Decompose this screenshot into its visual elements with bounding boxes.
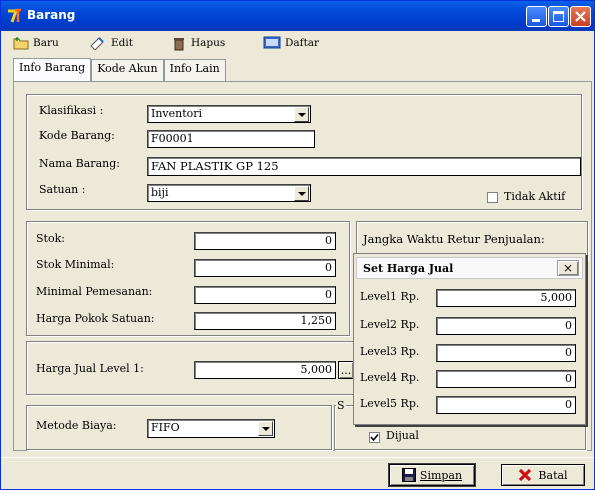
set-harga-jual-popup: Set Harga Jual × Level1 Rp. 5,000 Level2… (353, 253, 586, 425)
level5-input[interactable]: 0 (436, 396, 576, 414)
new-folder-icon (13, 37, 29, 50)
info-group: Klasifikasi : Inventori Kode Barang: F00… (26, 94, 582, 210)
harga-jual-more-button[interactable]: ... (338, 361, 354, 379)
klasifikasi-value: Inventori (151, 107, 203, 120)
tab-strip: Info Barang Kode Akun Info Lain (13, 58, 226, 82)
hapus-button[interactable]: Hapus (171, 35, 225, 51)
trash-icon (174, 37, 184, 50)
save-icon (401, 468, 416, 482)
s-group-label: S (336, 399, 346, 412)
stok-group: Stok: 0 Stok Minimal: 0 Minimal Pemesana… (26, 221, 350, 336)
level4-label: Level4 Rp. (360, 371, 420, 384)
tab-info-barang[interactable]: Info Barang (13, 58, 92, 82)
simpan-button[interactable]: Simpan (389, 464, 475, 486)
metode-biaya-group: Metode Biaya: FIFO (26, 405, 332, 450)
level5-label: Level5 Rp. (360, 397, 420, 410)
metode-biaya-value: FIFO (151, 421, 180, 434)
dijual-label: Dijual (386, 429, 419, 442)
window-title: Barang (27, 8, 76, 22)
harga-jual-input[interactable]: 5,000 (194, 361, 336, 379)
barang-window: Barang Baru Edit Hapus Daftar Info Baran… (0, 0, 595, 490)
retur-label: Jangka Waktu Retur Penjualan: (363, 232, 545, 246)
kode-barang-label: Kode Barang: (39, 129, 115, 142)
level2-input[interactable]: 0 (436, 317, 576, 335)
cancel-x-icon (519, 468, 532, 482)
minimize-icon (532, 19, 540, 22)
nama-barang-input[interactable]: FAN PLASTIK GP 125 (147, 157, 581, 176)
dijual-checkbox[interactable] (369, 432, 380, 443)
satuan-select[interactable]: biji (147, 184, 311, 202)
close-icon (575, 11, 586, 22)
baru-button[interactable]: Baru (13, 35, 59, 51)
simpan-label: Simpan (419, 468, 463, 482)
minimal-pemesanan-input[interactable]: 0 (194, 286, 336, 304)
baru-label: Baru (33, 37, 59, 49)
chevron-down-icon[interactable] (294, 186, 309, 201)
bottom-bar: Simpan Batal (1, 457, 594, 489)
tidak-aktif-label: Tidak Aktif (504, 190, 566, 203)
harga-pokok-label: Harga Pokok Satuan: (36, 312, 155, 325)
tidak-aktif-checkbox[interactable] (487, 192, 498, 203)
metode-biaya-label: Metode Biaya: (36, 419, 117, 432)
hapus-label: Hapus (191, 37, 226, 49)
edit-button[interactable]: Edit (89, 35, 133, 51)
daftar-button[interactable]: Daftar (263, 35, 319, 51)
chevron-down-icon[interactable] (294, 107, 309, 122)
minimal-pemesanan-label: Minimal Pemesanan: (36, 285, 153, 298)
maximize-icon (553, 11, 564, 22)
level2-label: Level2 Rp. (360, 318, 420, 331)
klasifikasi-label: Klasifikasi : (39, 104, 104, 117)
level4-input[interactable]: 0 (436, 370, 576, 388)
level1-label: Level1 Rp. (360, 290, 420, 303)
level3-input[interactable]: 0 (436, 344, 576, 362)
stok-minimal-label: Stok Minimal: (36, 258, 115, 271)
popup-header: Set Harga Jual × (356, 257, 583, 279)
kode-barang-input[interactable]: F00001 (147, 130, 315, 148)
stok-input[interactable]: 0 (194, 232, 336, 250)
maximize-button[interactable] (548, 6, 569, 27)
satuan-value: biji (151, 186, 169, 199)
batal-button[interactable]: Batal (501, 464, 585, 486)
metode-biaya-select[interactable]: FIFO (147, 419, 275, 438)
edit-label: Edit (111, 37, 133, 49)
daftar-label: Daftar (285, 37, 320, 49)
stok-label: Stok: (36, 232, 65, 245)
popup-title: Set Harga Jual (363, 262, 454, 275)
check-icon (370, 433, 379, 442)
level1-input[interactable]: 5,000 (436, 289, 576, 307)
harga-jual-group: Harga Jual Level 1: 5,000 ... (26, 341, 356, 395)
nama-barang-label: Nama Barang: (39, 157, 120, 170)
stok-minimal-input[interactable]: 0 (194, 259, 336, 277)
minimize-button[interactable] (526, 6, 547, 27)
tab-info-lain[interactable]: Info Lain (163, 59, 226, 81)
chevron-down-icon[interactable] (258, 421, 273, 436)
toolbar: Baru Edit Hapus Daftar (1, 31, 594, 55)
popup-close-button[interactable]: × (557, 260, 579, 276)
app-icon (8, 8, 21, 23)
level3-label: Level3 Rp. (360, 345, 420, 358)
satuan-label: Satuan : (39, 183, 86, 196)
tab-kode-akun[interactable]: Kode Akun (91, 59, 164, 81)
harga-pokok-input[interactable]: 1,250 (194, 312, 336, 330)
klasifikasi-select[interactable]: Inventori (147, 105, 311, 123)
list-icon (263, 36, 281, 49)
batal-label: Batal (538, 468, 568, 482)
title-bar[interactable]: Barang (1, 1, 594, 31)
close-button[interactable] (570, 6, 591, 27)
edit-icon (90, 37, 104, 50)
harga-jual-label: Harga Jual Level 1: (36, 362, 144, 375)
